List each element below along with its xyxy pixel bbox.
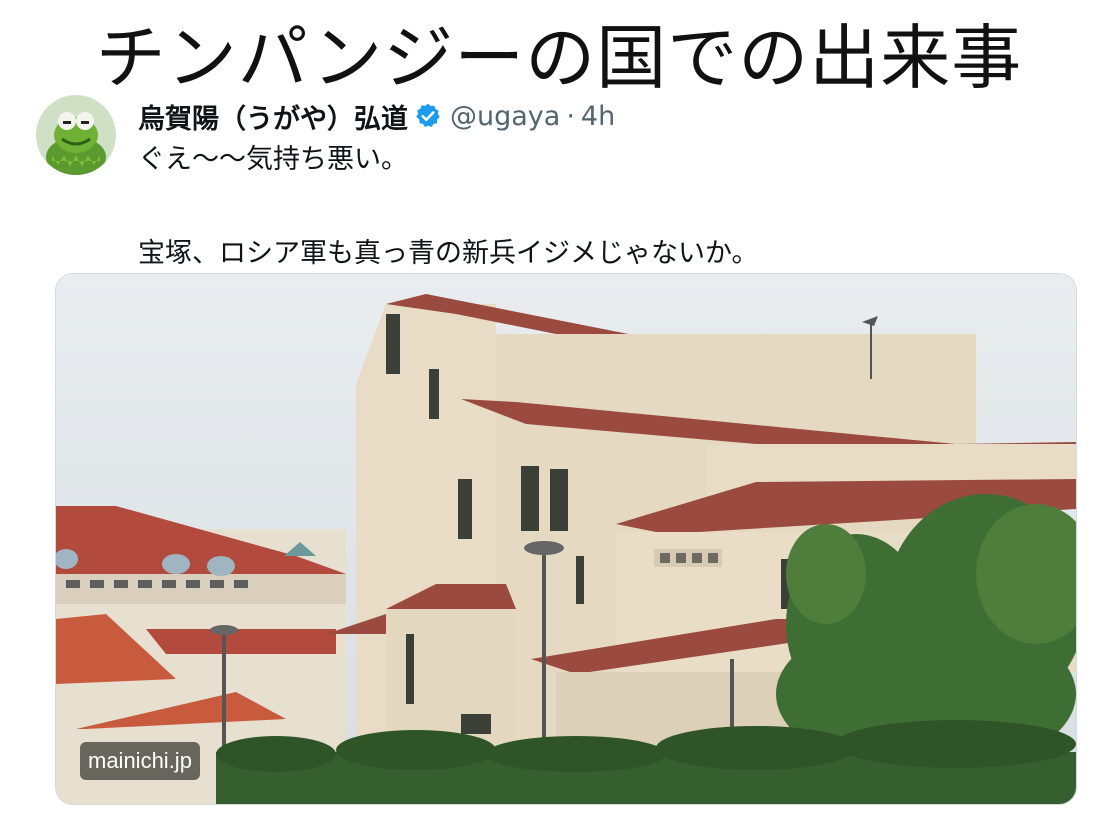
link-preview-image[interactable] [55, 273, 1077, 805]
tweet-timestamp[interactable]: 4h [581, 101, 615, 132]
meta-separator: · [566, 100, 575, 132]
kermit-frog-avatar-icon [36, 95, 116, 175]
building-sign [654, 549, 722, 567]
author-handle[interactable]: @ugaya [450, 101, 560, 132]
verified-badge-icon [414, 102, 442, 130]
link-domain-badge[interactable]: mainichi.jp [80, 742, 200, 780]
page-headline: チンパンジーの国での出来事 [95, 17, 1023, 99]
tweet-header: 烏賀陽（うがや）弘道 @ugaya · 4h [138, 96, 615, 136]
author-avatar[interactable] [36, 95, 116, 175]
tweet-text-line: ぐえ〜〜気持ち悪い。 [138, 144, 408, 175]
building-photo [56, 274, 1076, 804]
tweet-text: ぐえ〜〜気持ち悪い。 宝塚、ロシア軍も真っ青の新兵イジメじゃないか。 [138, 140, 758, 274]
author-name[interactable]: 烏賀陽（うがや）弘道 [138, 97, 408, 136]
tweet-text-line: 宝塚、ロシア軍も真っ青の新兵イジメじゃないか。 [138, 238, 759, 269]
